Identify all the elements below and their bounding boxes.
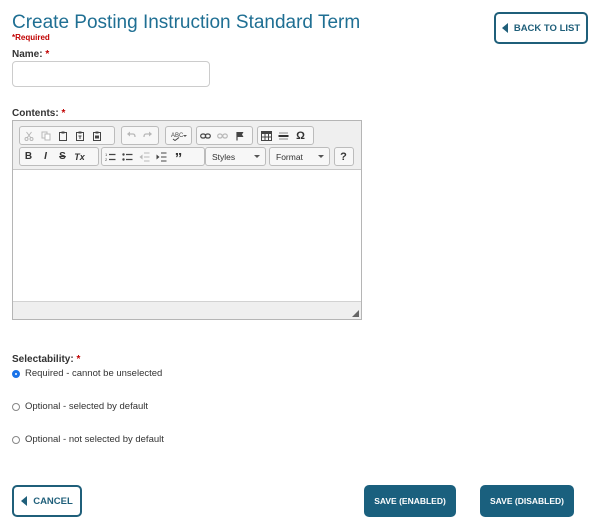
text-style-group: B I S Tx bbox=[19, 147, 99, 166]
bold-button[interactable]: B bbox=[20, 148, 37, 165]
required-star: * bbox=[61, 108, 66, 119]
blockquote-button[interactable]: ” bbox=[170, 146, 187, 168]
required-star: * bbox=[45, 49, 50, 60]
name-label: Name: * bbox=[12, 49, 49, 60]
caret-left-icon bbox=[501, 23, 508, 33]
editor-content-area[interactable] bbox=[13, 170, 361, 302]
save-enabled-button[interactable]: SAVE (ENABLED) bbox=[364, 485, 456, 517]
save-enabled-label: SAVE (ENABLED) bbox=[374, 496, 446, 506]
clipboard-group bbox=[19, 126, 115, 145]
caret-left-icon bbox=[21, 496, 28, 506]
format-label: Format bbox=[276, 151, 303, 162]
chevron-down-icon bbox=[318, 155, 324, 158]
cancel-label: CANCEL bbox=[33, 495, 73, 507]
chevron-down-icon bbox=[254, 155, 260, 158]
bulleted-list-icon[interactable] bbox=[119, 148, 136, 165]
link-group bbox=[196, 126, 253, 145]
name-label-text: Name: bbox=[12, 49, 43, 60]
back-to-list-label: BACK TO LIST bbox=[513, 22, 581, 34]
special-char-icon[interactable]: Ω bbox=[292, 127, 309, 144]
copy-icon[interactable] bbox=[37, 127, 54, 144]
outdent-icon[interactable] bbox=[136, 148, 153, 165]
list-group: 12 ” bbox=[101, 147, 205, 166]
contents-label-text: Contents: bbox=[12, 108, 59, 119]
editor-toolbar: ABC Ω B I S Tx 1 2 ” Styles Format ? bbox=[13, 121, 361, 170]
required-note: *Required bbox=[12, 33, 50, 42]
svg-text:2: 2 bbox=[105, 157, 108, 162]
insert-group: Ω bbox=[257, 126, 314, 145]
page-title: Create Posting Instruction Standard Term bbox=[12, 12, 361, 33]
back-to-list-button[interactable]: BACK TO LIST bbox=[494, 12, 588, 44]
table-icon[interactable] bbox=[258, 127, 275, 144]
paste-text-icon[interactable] bbox=[71, 127, 88, 144]
cancel-button[interactable]: CANCEL bbox=[12, 485, 82, 517]
selectability-option-optional-selected[interactable]: Optional - selected by default bbox=[12, 401, 148, 412]
link-icon[interactable] bbox=[197, 127, 214, 144]
option-label: Required - cannot be unselected bbox=[25, 368, 163, 379]
selectability-option-required[interactable]: Required - cannot be unselected bbox=[12, 368, 162, 379]
contents-label: Contents: * bbox=[12, 108, 65, 119]
remove-format-button[interactable]: Tx bbox=[71, 148, 88, 165]
option-label: Optional - not selected by default bbox=[25, 434, 164, 445]
paste-word-icon[interactable] bbox=[88, 127, 105, 144]
save-disabled-label: SAVE (DISABLED) bbox=[490, 496, 564, 506]
paste-icon[interactable] bbox=[54, 127, 71, 144]
strikethrough-button[interactable]: S bbox=[54, 148, 71, 165]
selectability-option-optional-not-selected[interactable]: Optional - not selected by default bbox=[12, 434, 164, 445]
anchor-flag-icon[interactable] bbox=[231, 127, 248, 144]
rich-text-editor: ABC Ω B I S Tx 1 2 ” Styles Format ? bbox=[12, 120, 362, 320]
italic-button[interactable]: I bbox=[37, 148, 54, 165]
format-dropdown[interactable]: Format bbox=[269, 147, 330, 166]
help-group: ? bbox=[334, 147, 354, 166]
styles-dropdown[interactable]: Styles bbox=[205, 147, 266, 166]
horizontal-line-icon[interactable] bbox=[275, 127, 292, 144]
unlink-icon[interactable] bbox=[214, 127, 231, 144]
required-star: * bbox=[76, 354, 81, 365]
redo-icon[interactable] bbox=[139, 127, 156, 144]
radio-unselected-icon[interactable] bbox=[12, 435, 20, 444]
styles-label: Styles bbox=[212, 151, 236, 162]
radio-unselected-icon[interactable] bbox=[12, 402, 20, 411]
editor-statusbar bbox=[13, 301, 361, 319]
selectability-label-text: Selectability: bbox=[12, 354, 74, 365]
spellcheck-group: ABC bbox=[165, 126, 192, 145]
indent-icon[interactable] bbox=[153, 148, 170, 165]
cut-icon[interactable] bbox=[20, 127, 37, 144]
name-input[interactable] bbox=[12, 61, 210, 87]
save-disabled-button[interactable]: SAVE (DISABLED) bbox=[480, 485, 574, 517]
undo-redo-group bbox=[121, 126, 159, 145]
undo-icon[interactable] bbox=[122, 127, 139, 144]
resize-handle-icon[interactable] bbox=[352, 310, 359, 317]
selectability-label: Selectability: * bbox=[12, 354, 80, 365]
numbered-list-icon[interactable]: 12 bbox=[102, 148, 119, 165]
spellcheck-icon[interactable]: ABC bbox=[166, 127, 191, 144]
help-button[interactable]: ? bbox=[335, 148, 352, 165]
option-label: Optional - selected by default bbox=[25, 401, 149, 412]
radio-selected-icon[interactable] bbox=[12, 369, 20, 378]
